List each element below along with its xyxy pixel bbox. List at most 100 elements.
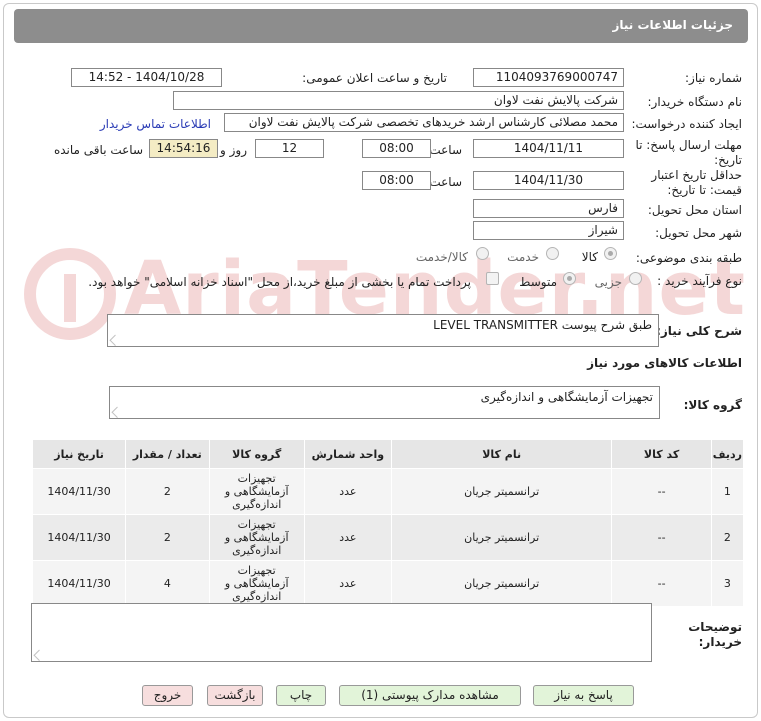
validity-label-date: قیمت: تا تاریخ: [667, 183, 742, 197]
item-group-line: تجهیزات [237, 564, 276, 577]
col-name-header: نام کالا [390, 439, 613, 469]
remaining-time-label: ساعت باقی مانده [53, 143, 143, 157]
process-minor-label: جزیی [594, 275, 622, 289]
creator-label: ایجاد کننده درخواست: [631, 117, 742, 131]
item-need-date: 1404/11/30 [31, 560, 127, 607]
category-label: طبقه بندی موضوعی: [635, 251, 742, 265]
category-service-radio[interactable] [546, 247, 559, 260]
need-number-field: 1104093769000747 [473, 68, 624, 87]
row-number: 3 [710, 560, 745, 607]
validity-date-field: 1404/11/30 [473, 171, 624, 190]
item-name: ترانسمیتر جریان [390, 514, 613, 561]
buyer-notes-textarea [31, 603, 652, 662]
item-need-date: 1404/11/30 [31, 514, 127, 561]
process-type-label: نوع فرآیند خرید : [657, 274, 742, 288]
item-qty: 4 [125, 560, 210, 607]
validity-time-label: ساعت [429, 175, 462, 189]
description-label: شرح کلی نیاز: [656, 324, 742, 338]
buyer-notes-label-2: خریدار: [698, 635, 742, 649]
validity-label: حداقل تاریخ اعتبار [651, 168, 742, 182]
item-group: تجهیزات آزمایشگاهی و اندازه‌گیری [208, 468, 305, 515]
deadline-label: مهلت ارسال پاسخ: تا [635, 138, 742, 152]
item-group: تجهیزات آزمایشگاهی و اندازه‌گیری [208, 560, 305, 607]
table-row: 1 -- ترانسمیتر جریان عدد تجهیزات آزمایشگا… [31, 468, 745, 515]
col-date-header: تاریخ نیاز [31, 439, 127, 469]
table-header-row: ردیف کد کالا نام کالا واحد شمارش گروه کا… [31, 439, 745, 469]
col-qty-header: تعداد / مقدار [125, 439, 210, 469]
goods-group-textarea: تجهیزات آزمایشگاهی و اندازه‌گیری [109, 386, 660, 419]
items-table: ردیف کد کالا نام کالا واحد شمارش گروه کا… [31, 439, 745, 607]
row-number: 1 [710, 468, 745, 515]
contact-buyer-link[interactable]: اطلاعات تماس خریدار [100, 117, 211, 131]
col-group-header: گروه کالا [208, 439, 305, 469]
validity-time-field: 08:00 [362, 171, 431, 190]
item-group-line: اندازه‌گیری [232, 498, 282, 511]
item-qty: 2 [125, 468, 210, 515]
need-number-label: شماره نیاز: [685, 71, 742, 85]
deadline-time-label: ساعت [429, 143, 462, 157]
item-group-line: تجهیزات [237, 472, 276, 485]
item-name: ترانسمیتر جریان [390, 468, 613, 515]
days-remaining-field: 12 [255, 139, 324, 158]
table-row: 2 -- ترانسمیتر جریان عدد تجهیزات آزمایشگا… [31, 514, 745, 561]
deadline-label-date: تاریخ: [714, 153, 742, 167]
back-button[interactable]: بازگشت [207, 685, 263, 706]
item-group-line: آزمایشگاهی و [224, 531, 289, 544]
item-code: -- [611, 514, 712, 561]
category-goods-label: کالا [581, 250, 598, 264]
category-goods-service-radio[interactable] [476, 247, 489, 260]
remaining-time-field: 14:54:16 [149, 139, 218, 158]
province-label: استان محل تحویل: [647, 203, 742, 217]
page-title: جزئیات اطلاعات نیاز [612, 18, 733, 32]
city-field: شیراز [473, 221, 624, 240]
item-code: -- [611, 468, 712, 515]
item-unit: عدد [303, 560, 392, 607]
item-group-line: آزمایشگاهی و [224, 485, 289, 498]
item-group-line: تجهیزات [237, 518, 276, 531]
item-code: -- [611, 560, 712, 607]
category-goods-service-label: کالا/خدمت [415, 250, 468, 264]
deadline-date-field: 1404/11/11 [473, 139, 624, 158]
buyer-org-label: نام دستگاه خریدار: [647, 95, 743, 109]
description-text: LEVEL TRANSMITTER طبق شرح پیوست [433, 318, 652, 332]
buyer-org-field: شرکت پالایش نفت لاوان [173, 91, 624, 110]
item-unit: عدد [303, 514, 392, 561]
item-group: تجهیزات آزمایشگاهی و اندازه‌گیری [208, 514, 305, 561]
city-label: شهر محل تحویل: [655, 226, 742, 240]
description-textarea: LEVEL TRANSMITTER طبق شرح پیوست [107, 314, 659, 347]
item-need-date: 1404/11/30 [31, 468, 127, 515]
col-unit-header: واحد شمارش [303, 439, 392, 469]
item-group-line: آزمایشگاهی و [224, 577, 289, 590]
exit-button[interactable]: خروج [142, 685, 193, 706]
creator-field: محمد مصلائی کارشناس ارشد خریدهای تخصصی ش… [224, 113, 624, 132]
print-button[interactable]: چاپ [276, 685, 326, 706]
item-qty: 2 [125, 514, 210, 561]
buyer-notes-label: توضیحات [688, 620, 742, 634]
row-number: 2 [710, 514, 745, 561]
deadline-time-field: 08:00 [362, 139, 431, 158]
announce-datetime-field: 1404/10/28 - 14:52 [71, 68, 222, 87]
announce-datetime-label: تاریخ و ساعت اعلان عمومی: [302, 71, 447, 85]
goods-info-title: اطلاعات کالاهای مورد نیاز [587, 356, 742, 370]
treasury-payment-note: پرداخت تمام یا بخشی از مبلغ خرید،از محل … [88, 275, 471, 289]
category-service-label: خدمت [507, 250, 539, 264]
days-label: روز و [220, 143, 247, 157]
col-row-header: ردیف [710, 439, 745, 469]
reply-to-need-button[interactable]: پاسخ به نیاز [533, 685, 634, 706]
category-goods-radio[interactable] [604, 247, 617, 260]
process-medium-label: متوسط [519, 275, 557, 289]
col-code-header: کد کالا [611, 439, 712, 469]
item-name: ترانسمیتر جریان [390, 560, 613, 607]
province-field: فارس [473, 199, 624, 218]
goods-group-label: گروه کالا: [683, 398, 742, 412]
treasury-payment-checkbox[interactable] [486, 272, 499, 285]
process-medium-radio[interactable] [563, 272, 576, 285]
table-row: 3 -- ترانسمیتر جریان عدد تجهیزات آزمایشگا… [31, 560, 745, 607]
item-unit: عدد [303, 468, 392, 515]
process-minor-radio[interactable] [629, 272, 642, 285]
goods-group-text: تجهیزات آزمایشگاهی و اندازه‌گیری [480, 390, 653, 404]
watermark-logo-icon [24, 248, 116, 340]
item-group-line: اندازه‌گیری [232, 590, 282, 603]
item-group-line: اندازه‌گیری [232, 544, 282, 557]
view-attachments-button[interactable]: مشاهده مدارک پیوستی (1) [339, 685, 521, 706]
